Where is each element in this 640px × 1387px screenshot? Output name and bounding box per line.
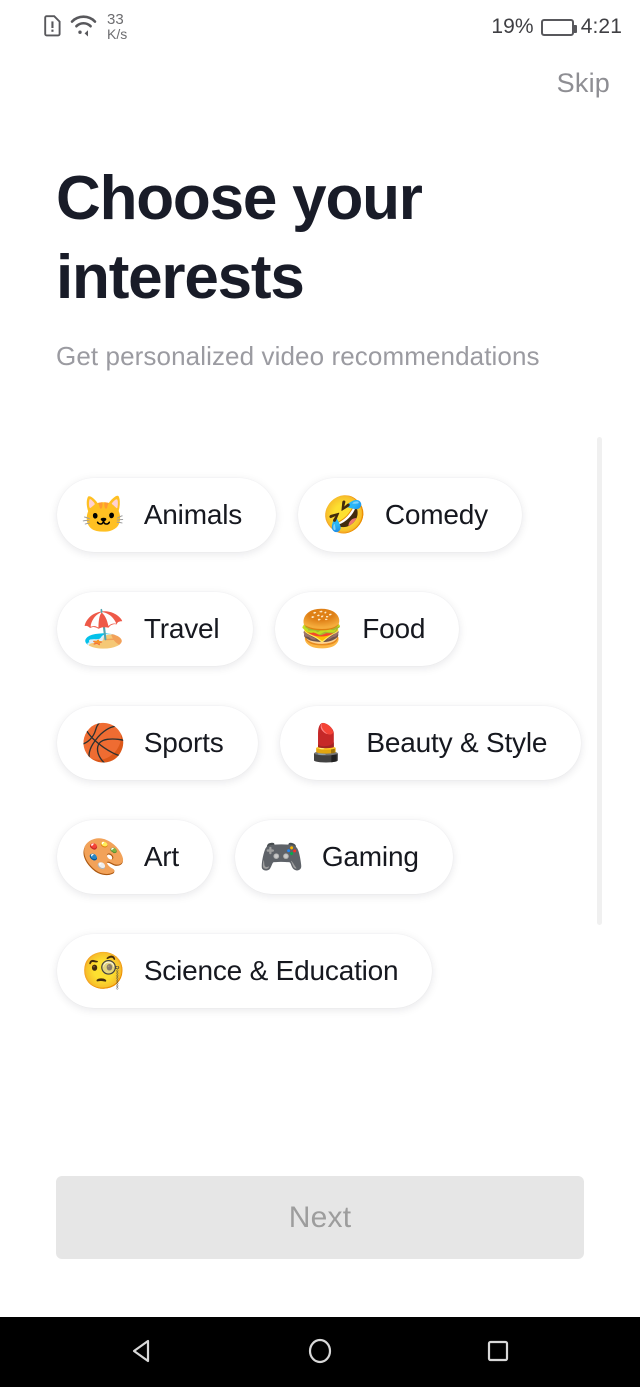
interest-chip-animals[interactable]: 🐱 Animals [57, 478, 277, 552]
recents-button[interactable] [469, 1328, 527, 1377]
home-button[interactable] [291, 1328, 349, 1377]
lipstick-emoji: 💄 [303, 722, 349, 763]
interest-chip-gaming[interactable]: 🎮 Gaming [235, 820, 453, 894]
status-bar-left: 33 K/s [44, 10, 128, 43]
monocle-face-emoji: 🧐 [81, 950, 126, 991]
back-button[interactable] [113, 1328, 171, 1377]
interests-scroll-area[interactable]: 🐱 Animals 🤣 Comedy 🏖️ Travel 🍔 Food 🏀 Sports 💄 Beau… [0, 437, 640, 1172]
artist-palette-emoji: 🎨 [81, 836, 126, 877]
basketball-emoji: 🏀 [81, 722, 126, 763]
interest-chip-comedy[interactable]: 🤣 Comedy [298, 478, 522, 552]
cat-face-emoji: 🐱 [81, 494, 126, 535]
network-speed-indicator: 33 K/s [107, 10, 128, 43]
next-button[interactable]: Next [56, 1176, 584, 1259]
status-bar: 33 K/s 19% 4:21 [0, 0, 640, 54]
interest-chip-label: Comedy [384, 499, 488, 530]
battery-icon [540, 18, 577, 36]
skip-button[interactable]: Skip [553, 62, 614, 105]
interest-chip-label: Food [362, 613, 426, 644]
back-triangle-icon [127, 1336, 157, 1369]
wifi-icon [70, 13, 97, 42]
network-speed-value: 33 [107, 10, 124, 28]
interest-chip-science-education[interactable]: 🧐 Science & Education [57, 934, 433, 1008]
rolling-on-floor-laughing-emoji: 🤣 [322, 494, 367, 535]
interest-chip-travel[interactable]: 🏖️ Travel [57, 592, 254, 666]
interest-chip-label: Sports [143, 727, 224, 758]
clock-label: 4:21 [580, 15, 622, 38]
interest-chip-label: Art [143, 841, 180, 872]
hamburger-emoji: 🍔 [299, 608, 345, 649]
interest-chip-sports[interactable]: 🏀 Sports [57, 706, 258, 780]
video-game-controller-emoji: 🎮 [259, 836, 304, 877]
beach-umbrella-emoji: 🏖️ [81, 608, 126, 649]
interest-chip-beauty-style[interactable]: 💄 Beauty & Style [279, 706, 582, 780]
vertical-scrollbar-thumb[interactable] [597, 437, 602, 925]
status-bar-right: 19% 4:21 [491, 15, 622, 39]
interest-chip-label: Gaming [321, 841, 419, 872]
interest-chip-label: Beauty & Style [366, 727, 548, 758]
skip-row: Skip [553, 62, 614, 105]
sim-alert-icon [44, 13, 61, 42]
interest-chip-art[interactable]: 🎨 Art [57, 820, 214, 894]
interest-chip-food[interactable]: 🍔 Food [275, 592, 460, 666]
network-speed-unit: K/s [107, 26, 128, 43]
home-circle-icon [305, 1336, 335, 1369]
android-navigation-bar [0, 1317, 640, 1387]
page-subtitle: Get personalized video recommendations [56, 341, 540, 372]
heading-block: Choose your interests Get personalized v… [56, 160, 576, 372]
interest-chip-label: Travel [143, 613, 220, 644]
recents-square-icon [483, 1336, 513, 1369]
page-title: Choose your interests [56, 164, 423, 312]
interest-chip-label: Science & Education [143, 955, 399, 986]
battery-percent-label: 19% [491, 15, 534, 38]
interest-chip-list: 🐱 Animals 🤣 Comedy 🏖️ Travel 🍔 Food 🏀 Sports 💄 Beau… [0, 437, 640, 1008]
interest-chip-label: Animals [143, 499, 243, 530]
